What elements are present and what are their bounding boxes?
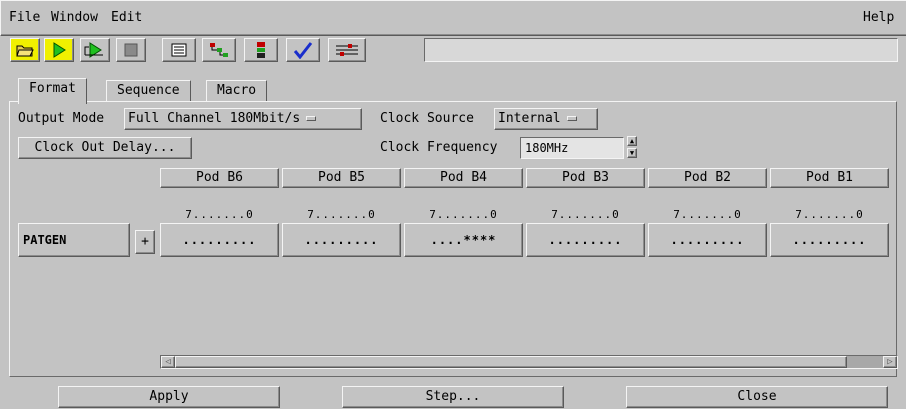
pod-bit-range: 7.......0 xyxy=(551,208,620,221)
settings-button[interactable] xyxy=(328,38,366,62)
menu-bar: File Window Edit Help xyxy=(0,0,906,36)
dropdown-indicator-icon xyxy=(306,116,317,121)
expand-row-button[interactable]: + xyxy=(135,230,155,254)
tab-macro[interactable]: Macro xyxy=(206,80,268,102)
pod-pattern-cell[interactable]: ......... xyxy=(648,223,767,257)
step-button[interactable]: Step... xyxy=(342,386,564,408)
status-icon xyxy=(257,42,265,58)
status-button[interactable] xyxy=(244,38,278,62)
pod-bit-range: 7.......0 xyxy=(185,208,254,221)
tab-format[interactable]: Format xyxy=(18,78,87,104)
pod-bit-range: 7.......0 xyxy=(307,208,376,221)
pod-pattern-cell[interactable]: ......... xyxy=(770,223,889,257)
pattern-generator-window: File Window Edit Help Format Sequence Ma… xyxy=(0,0,906,409)
close-button[interactable]: Close xyxy=(626,386,888,408)
menu-help[interactable]: Help xyxy=(863,10,894,25)
pod-header[interactable]: Pod B2 xyxy=(648,168,767,188)
tab-sequence[interactable]: Sequence xyxy=(106,80,191,102)
clock-source-value: Internal xyxy=(498,111,561,126)
frequency-up-icon[interactable]: ▲ xyxy=(627,136,637,146)
open-folder-icon xyxy=(16,45,34,57)
run-repetitive-button[interactable] xyxy=(80,38,110,62)
clock-frequency-input[interactable]: 180MHz xyxy=(520,137,624,159)
pod-pattern-cell[interactable]: ......... xyxy=(160,223,279,257)
clock-source-label: Clock Source xyxy=(380,111,474,126)
check-button[interactable] xyxy=(286,38,320,62)
run-repetitive-icon xyxy=(84,42,103,58)
pod-header[interactable]: Pod B5 xyxy=(282,168,401,188)
pod-bit-range: 7.......0 xyxy=(795,208,864,221)
checkmark-icon xyxy=(293,42,313,59)
toolbar-message-field xyxy=(424,38,898,62)
pod-pattern-cell[interactable]: ......... xyxy=(282,223,401,257)
settings-icon xyxy=(336,44,358,56)
pod-pattern-cell[interactable]: ......... xyxy=(526,223,645,257)
run-icon xyxy=(53,42,66,58)
scroll-right-icon[interactable]: ▷ xyxy=(883,356,897,368)
dropdown-indicator-icon xyxy=(566,116,577,121)
clock-out-delay-button[interactable]: Clock Out Delay... xyxy=(18,137,192,159)
output-mode-label: Output Mode xyxy=(18,111,105,126)
frequency-down-icon[interactable]: ▼ xyxy=(627,148,637,158)
stop-button[interactable] xyxy=(116,38,146,62)
clock-frequency-label: Clock Frequency xyxy=(380,140,498,155)
apply-button[interactable]: Apply xyxy=(58,386,280,408)
pod-header[interactable]: Pod B4 xyxy=(404,168,523,188)
scroll-left-icon[interactable]: ◁ xyxy=(161,356,175,368)
horizontal-scrollbar[interactable]: ◁ ▷ xyxy=(160,355,898,369)
output-mode-value: Full Channel 180Mbit/s xyxy=(128,111,301,126)
pod-bit-range: 7.......0 xyxy=(429,208,498,221)
list-icon xyxy=(171,43,187,57)
pod-header[interactable]: Pod B3 xyxy=(526,168,645,188)
patgen-row-label[interactable]: PATGEN xyxy=(18,223,130,257)
pod-header[interactable]: Pod B1 xyxy=(770,168,889,188)
list-button[interactable] xyxy=(162,38,196,62)
scrollbar-thumb[interactable] xyxy=(175,356,847,368)
open-folder-button[interactable] xyxy=(10,38,40,62)
menu-file[interactable]: File xyxy=(9,10,40,25)
pod-pattern-cell[interactable]: ....**** xyxy=(404,223,523,257)
run-button[interactable] xyxy=(44,38,74,62)
menu-edit[interactable]: Edit xyxy=(111,10,142,25)
menu-window[interactable]: Window xyxy=(51,10,98,25)
navigator-icon xyxy=(210,43,228,57)
pod-bit-range: 7.......0 xyxy=(673,208,742,221)
output-mode-dropdown[interactable]: Full Channel 180Mbit/s xyxy=(124,108,362,130)
pod-header[interactable]: Pod B6 xyxy=(160,168,279,188)
navigator-button[interactable] xyxy=(202,38,236,62)
clock-source-dropdown[interactable]: Internal xyxy=(494,108,598,130)
stop-icon xyxy=(124,43,138,57)
